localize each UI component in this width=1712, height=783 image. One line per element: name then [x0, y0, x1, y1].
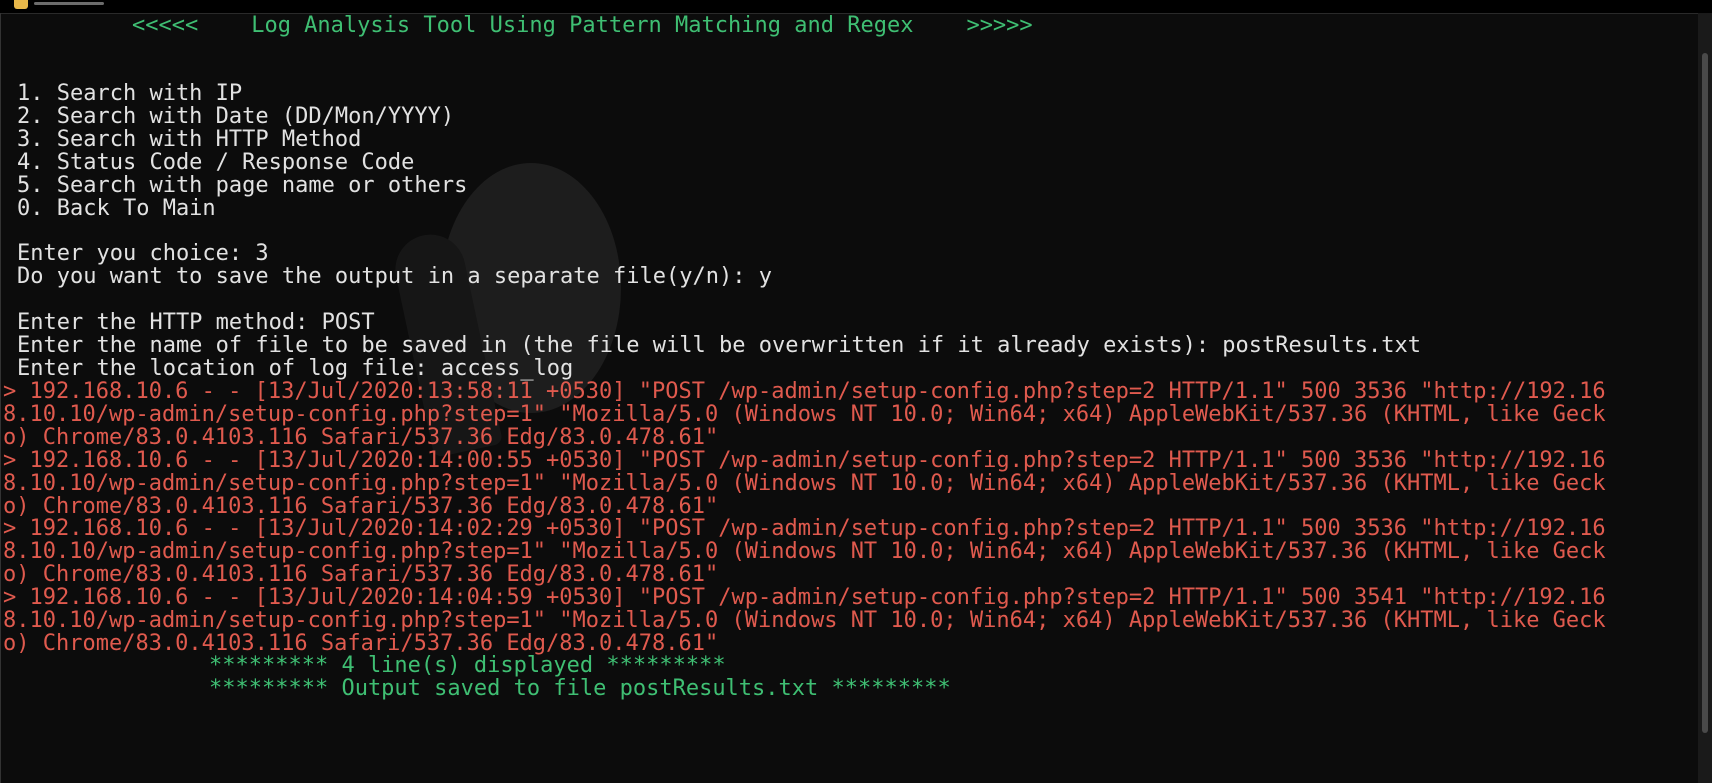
scrollbar-thumb[interactable] — [1702, 53, 1708, 733]
menu-item-http-method: 3. Search with HTTP Method — [17, 127, 362, 152]
tool-banner: <<<<< Log Analysis Tool Using Pattern Ma… — [132, 13, 1033, 38]
log-result-line: > 192.168.10.6 - - [13/Jul/2020:14:02:29… — [3, 516, 1606, 541]
log-result-line: > 192.168.10.6 - - [13/Jul/2020:13:58:11… — [3, 379, 1606, 404]
log-result-line: > 192.168.10.6 - - [13/Jul/2020:14:04:59… — [3, 585, 1606, 610]
log-result-line: 8.10.10/wp-admin/setup-config.php?step=1… — [3, 471, 1606, 496]
vertical-scrollbar[interactable] — [1698, 13, 1712, 783]
location-prompt: Enter the location of log file: access_l… — [17, 356, 574, 381]
log-result-line: 8.10.10/wp-admin/setup-config.php?step=1… — [3, 402, 1606, 427]
log-result-line: 8.10.10/wp-admin/setup-config.php?step=1… — [3, 539, 1606, 564]
menu-item-page-name: 5. Search with page name or others — [17, 173, 468, 198]
method-prompt: Enter the HTTP method: POST — [17, 310, 375, 335]
save-prompt: Do you want to save the output in a sepa… — [17, 264, 772, 289]
output-saved-summary: ********* Output saved to file postResul… — [209, 676, 951, 701]
menu-item-back: 0. Back To Main — [17, 196, 216, 221]
menu-item-ip: 1. Search with IP — [17, 81, 243, 106]
log-result-line: 8.10.10/wp-admin/setup-config.php?step=1… — [3, 608, 1606, 633]
log-result-line: > 192.168.10.6 - - [13/Jul/2020:14:00:55… — [3, 448, 1606, 473]
menu-item-date: 2. Search with Date (DD/Mon/YYYY) — [17, 104, 455, 129]
log-result-line: o) Chrome/83.0.4103.116 Safari/537.36 Ed… — [3, 425, 719, 450]
filename-prompt: Enter the name of file to be saved in (t… — [17, 333, 1421, 358]
window-titlebar — [0, 0, 1712, 14]
menu-item-status-code: 4. Status Code / Response Code — [17, 150, 415, 175]
choice-prompt: Enter you choice: 3 — [17, 241, 269, 266]
window-title — [34, 2, 104, 5]
log-result-line: o) Chrome/83.0.4103.116 Safari/537.36 Ed… — [3, 562, 719, 587]
terminal-output[interactable]: <<<<< Log Analysis Tool Using Pattern Ma… — [0, 13, 1698, 783]
terminal-app-icon — [14, 0, 28, 9]
lines-displayed-summary: ********* 4 line(s) displayed ********* — [209, 653, 726, 678]
